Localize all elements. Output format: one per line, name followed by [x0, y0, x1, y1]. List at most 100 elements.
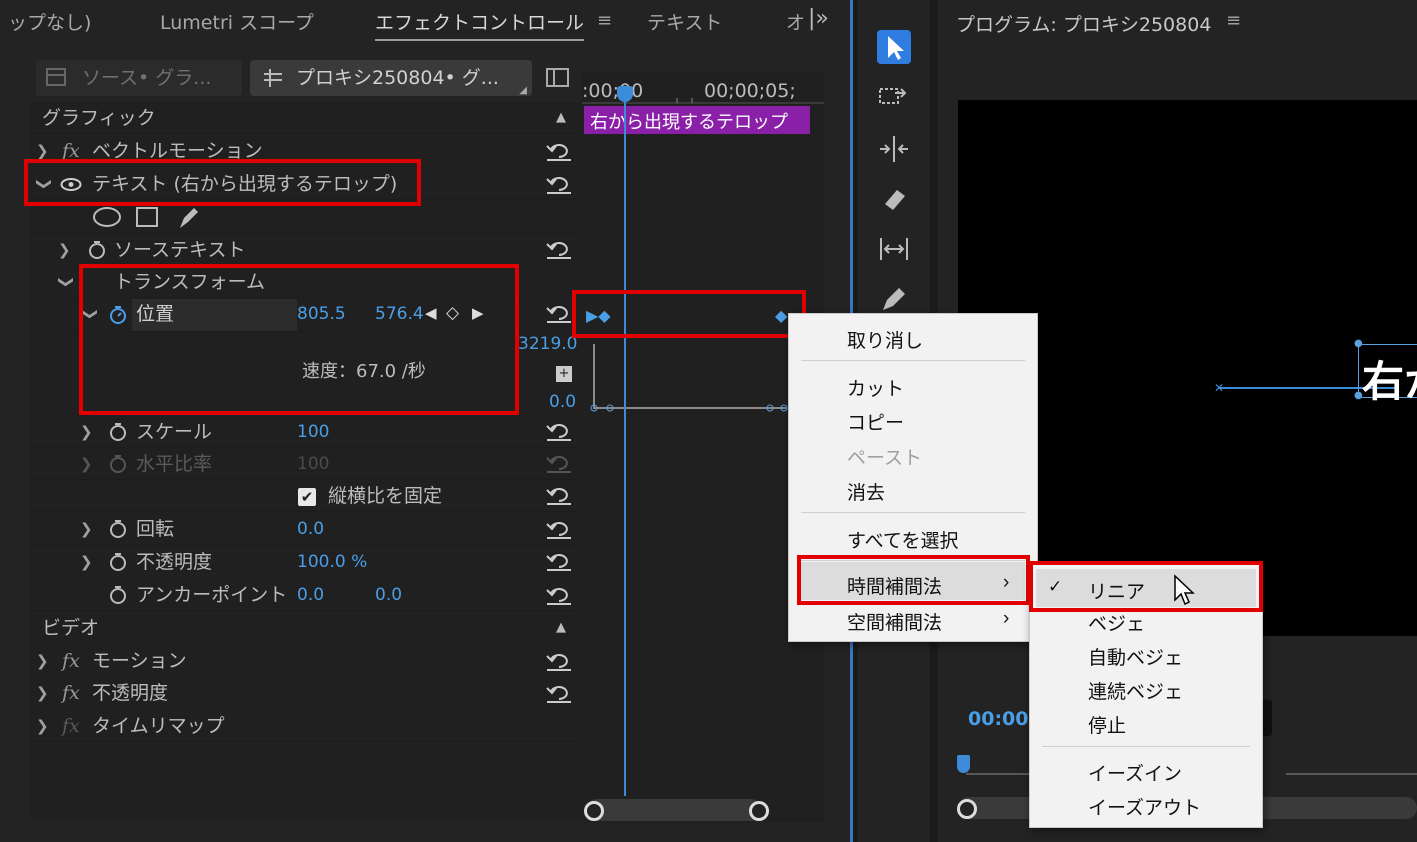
reset-icon[interactable] [546, 552, 572, 572]
section-graphic-label: グラフィック [42, 107, 156, 129]
panel-menu-icon[interactable]: ≡ [597, 10, 612, 31]
anchor-x-value[interactable]: 0.0 [297, 579, 324, 611]
scale-width-value: 100 [297, 454, 330, 474]
menu-item-copy[interactable]: コピー [847, 408, 904, 435]
stopwatch-icon[interactable] [109, 422, 127, 442]
anchor-y-value[interactable]: 0.0 [375, 579, 402, 611]
effect-row-motion[interactable]: ❯ fx モーション [32, 645, 580, 677]
menu-item-paste: ペースト [847, 448, 923, 469]
collapse-up-icon[interactable]: ▲ [556, 110, 566, 125]
program-zoom-handle[interactable] [957, 799, 977, 819]
menu-item-clear[interactable]: 消去 [847, 478, 885, 505]
razor-tool-icon[interactable] [877, 182, 911, 216]
reset-icon-disabled [546, 456, 571, 473]
rotation-value[interactable]: 0.0 [297, 513, 324, 545]
rotation-label: 回転 [136, 518, 175, 540]
menu-item-undo[interactable]: 取り消し [847, 326, 923, 353]
expand-chevron-icon[interactable]: ❯ [80, 513, 93, 545]
menu-separator [1042, 746, 1250, 747]
menu-item-spatial-interpolation[interactable]: 空間補間法 [847, 608, 942, 635]
reset-icon[interactable] [546, 422, 572, 442]
collapse-chevron-icon[interactable]: ❯ [50, 276, 82, 289]
reset-icon[interactable] [546, 652, 572, 672]
expand-chevron-icon[interactable]: ❯ [80, 416, 93, 448]
stopwatch-icon[interactable] [88, 240, 106, 260]
dropdown-corner-icon: ◢ [519, 85, 527, 96]
zoom-scrollbar[interactable] [586, 799, 762, 821]
program-playhead[interactable] [957, 755, 970, 773]
zoom-handle-left[interactable] [584, 801, 604, 821]
property-row-scale[interactable]: ❯ スケール 100 [32, 416, 580, 448]
submenu-item-ease-in[interactable]: イーズイン [1088, 759, 1182, 786]
stopwatch-icon[interactable] [109, 552, 127, 572]
reset-icon[interactable] [546, 486, 572, 506]
property-row-scale-width: ❯ 水平比率 100 [32, 448, 580, 480]
tab-effect-controls[interactable]: エフェクトコントロール [375, 8, 585, 41]
pen-tool-icon[interactable] [877, 282, 911, 316]
motion-path-start-icon[interactable]: ✕ [1214, 381, 1224, 395]
clip-bar[interactable]: 右から出現するテロップ [584, 106, 810, 134]
program-timecode[interactable]: 00:00 [968, 708, 1028, 730]
sequence-clip-selector[interactable]: プロキシ250804• グ... ◢ [250, 60, 532, 96]
effect-row-time-remap[interactable]: ❯ fx タイムリマップ [32, 710, 580, 742]
tab-text[interactable]: テキスト [647, 8, 722, 35]
slip-tool-icon[interactable] [877, 232, 911, 266]
reset-icon[interactable] [546, 586, 572, 606]
scale-label: スケール [136, 421, 213, 443]
ellipse-mask-icon[interactable] [92, 207, 122, 227]
property-row-rotation[interactable]: ❯ 回転 0.0 [32, 513, 580, 545]
opacity-value[interactable]: 100.0 % [297, 546, 367, 578]
graph-expand-icon[interactable]: + [556, 366, 572, 382]
mouse-cursor-icon [1174, 574, 1195, 606]
property-row-anchor-point[interactable]: アンカーポイント 0.0 0.0 [32, 579, 580, 611]
reset-icon[interactable] [546, 520, 572, 540]
expand-chevron-icon[interactable]: ❯ [36, 677, 49, 709]
submenu-item-auto-bezier[interactable]: 自動ベジェ [1088, 643, 1183, 670]
source-clip-selector[interactable]: ソース• グラ... [36, 60, 242, 96]
effect-row-source-text[interactable]: ❯ ソーステキスト [32, 234, 580, 266]
section-video[interactable]: ビデオ ▲ [32, 612, 580, 644]
expand-chevron-icon[interactable]: ❯ [58, 234, 71, 266]
pen-mask-icon[interactable] [176, 204, 202, 230]
tab-captions[interactable]: ップなし) [8, 8, 91, 35]
property-row-opacity[interactable]: ❯ 不透明度 100.0 % [32, 546, 580, 578]
stopwatch-icon[interactable] [109, 519, 127, 539]
reset-icon[interactable] [546, 240, 572, 260]
reset-icon[interactable] [546, 684, 572, 704]
submenu-item-hold[interactable]: 停止 [1088, 711, 1126, 738]
expand-chevron-icon[interactable]: ❯ [36, 710, 49, 742]
panel-menu-icon[interactable]: ≡ [1226, 10, 1241, 31]
section-graphic[interactable]: グラフィック ▲ [32, 102, 580, 134]
scale-value[interactable]: 100 [297, 416, 329, 448]
reset-icon[interactable] [546, 142, 572, 162]
anchor-point-label: アンカーポイント [136, 584, 288, 606]
stopwatch-icon[interactable] [109, 585, 127, 605]
track-select-tool-icon[interactable] [877, 82, 911, 116]
timeline-toggle-icon[interactable] [546, 68, 570, 88]
fx-icon[interactable]: fx [62, 645, 80, 677]
menu-item-select-all[interactable]: すべてを選択 [847, 526, 959, 553]
expand-chevron-icon[interactable]: ❯ [36, 645, 49, 677]
tab-audio[interactable]: オ [786, 8, 805, 35]
program-monitor-title: プログラム: プロキシ250804 [956, 14, 1212, 36]
ripple-edit-tool-icon[interactable] [877, 132, 911, 166]
playhead-handle[interactable] [617, 86, 633, 102]
submenu-item-bezier[interactable]: ベジェ [1088, 609, 1145, 636]
reset-icon[interactable] [546, 304, 572, 324]
tab-overflow-icon[interactable]: |» [808, 6, 829, 31]
submenu-item-ease-out[interactable]: イーズアウト [1088, 793, 1201, 820]
zoom-handle-right[interactable] [749, 801, 769, 821]
uniform-scale-checkbox[interactable]: ✔ [298, 488, 316, 506]
graph-max-value: 3219.0 [518, 334, 578, 354]
reset-icon[interactable] [546, 175, 572, 195]
velocity-graph[interactable] [590, 338, 790, 414]
effect-controls-panel: ップなし) Lumetri スコープ エフェクトコントロール ≡ テキスト オ … [0, 0, 853, 842]
effect-row-opacity[interactable]: ❯ fx 不透明度 [32, 677, 580, 709]
rectangle-mask-icon[interactable] [135, 206, 159, 228]
submenu-item-continuous-bezier[interactable]: 連続ベジェ [1088, 677, 1183, 704]
fx-icon[interactable]: fx [62, 677, 80, 709]
selection-tool-icon[interactable] [877, 30, 911, 64]
menu-item-cut[interactable]: カット [847, 374, 904, 401]
expand-chevron-icon[interactable]: ❯ [80, 546, 93, 578]
tab-lumetri-scopes[interactable]: Lumetri スコープ [160, 8, 314, 35]
